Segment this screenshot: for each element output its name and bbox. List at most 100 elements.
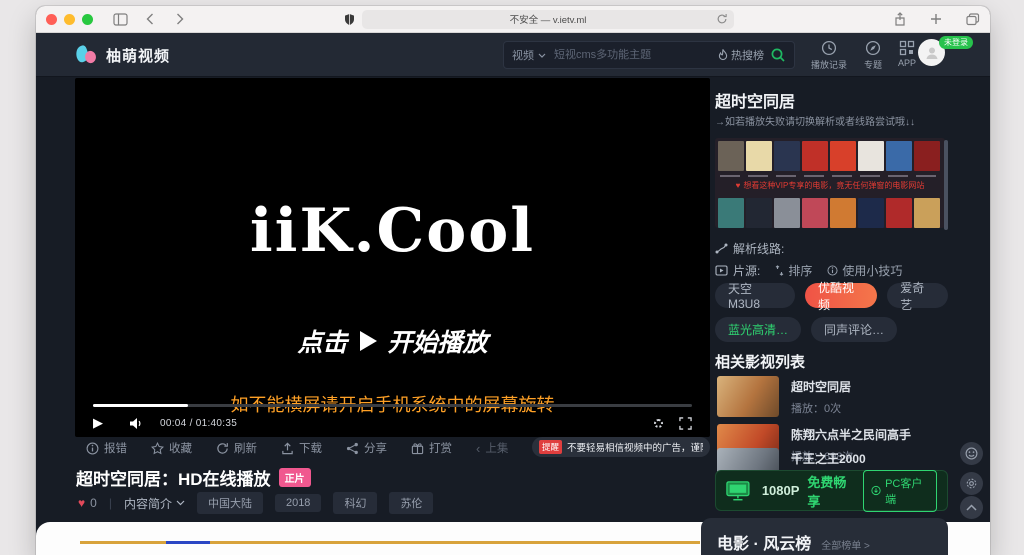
report-error-button[interactable]: 报错 xyxy=(86,440,127,456)
divider: | xyxy=(109,496,112,510)
refresh-button[interactable]: 刷新 xyxy=(216,440,257,456)
tips-label: 使用小技巧 xyxy=(842,262,902,279)
gift-icon xyxy=(411,442,424,455)
search-input[interactable] xyxy=(552,48,712,62)
slogan-label: 免费畅享 xyxy=(807,472,855,510)
related-title-text: 陈翔六点半之民间高手 xyxy=(791,426,911,443)
sidebar-tip: →如若播放失败请切换解析或者线路尝试哦↓↓ xyxy=(715,113,915,128)
hot-search-button[interactable]: 热搜榜 xyxy=(718,47,764,63)
gold-divider-line xyxy=(80,541,700,544)
chevron-up-icon xyxy=(966,504,977,511)
sort-label: 排序 xyxy=(788,262,812,279)
poster-tile xyxy=(914,141,940,171)
notice-text: 不要轻易相信视频中的广告，谨防上当受骗! xyxy=(567,440,703,454)
back-icon[interactable] xyxy=(146,13,154,25)
forward-icon[interactable] xyxy=(176,13,184,25)
site-logo[interactable]: 柚萌视频 xyxy=(75,43,170,67)
favorite-label: 收藏 xyxy=(169,440,192,456)
live-comments-pill[interactable]: 同声评论… xyxy=(811,317,897,342)
source-youku-active[interactable]: 优酷视频 xyxy=(805,283,877,308)
poster-tile xyxy=(858,141,884,171)
tag-region[interactable]: 中国大陆 xyxy=(197,492,263,514)
hot-search-label: 热搜榜 xyxy=(731,47,764,63)
reward-button[interactable]: 打赏 xyxy=(411,440,452,456)
privacy-shield-icon[interactable] xyxy=(344,13,355,26)
bluray-hd-pill[interactable]: 蓝光高清… xyxy=(715,317,801,342)
tag-year[interactable]: 2018 xyxy=(275,494,321,512)
related-thumbnail xyxy=(717,376,779,417)
prev-episode-label: 上集 xyxy=(485,440,508,456)
feedback-float-button[interactable] xyxy=(960,442,983,465)
settings-float-button[interactable] xyxy=(960,472,983,495)
sidebar-scrollbar[interactable] xyxy=(944,140,948,230)
nav-play-history[interactable]: 播放记录 xyxy=(808,40,850,71)
reload-icon[interactable] xyxy=(716,13,728,25)
source-iqiyi[interactable]: 爱奇艺 xyxy=(887,283,948,308)
rank-more-link[interactable]: 全部榜单 > xyxy=(821,537,870,552)
quality-label: 1080P xyxy=(762,483,800,498)
anti-scam-notice: 提醒 不要轻易相信视频中的广告，谨防上当受骗! xyxy=(532,437,710,457)
volume-icon[interactable] xyxy=(129,417,144,430)
close-window-button[interactable] xyxy=(46,14,57,25)
poster-tile xyxy=(914,198,940,228)
download-button[interactable]: 下载 xyxy=(281,440,322,456)
reward-label: 打赏 xyxy=(429,440,452,456)
tag-director[interactable]: 苏伦 xyxy=(389,492,433,514)
source-tiankong-m3u8[interactable]: 天空M3U8 xyxy=(715,283,795,308)
tab-overview-icon[interactable] xyxy=(966,13,980,26)
login-status-badge[interactable]: 未登录 xyxy=(939,36,973,49)
settings-gear-icon[interactable] xyxy=(654,419,663,428)
video-player[interactable]: iiK.Cool 点击 开始播放 如不能横屏请开启手机系统中的屏幕旋转 ▶ 00… xyxy=(75,78,710,437)
refresh-icon xyxy=(216,442,229,455)
click-to-play-hint[interactable]: 点击 开始播放 xyxy=(75,323,710,359)
promo-banner-image[interactable]: ♥ 想看这种VIP专享的电影，竟无任何弹窗的电影网站 xyxy=(715,138,945,228)
source-label: 片源: xyxy=(733,262,760,279)
like-button[interactable]: ♥ 0 xyxy=(78,496,97,510)
related-item-3[interactable]: 千王之王2000 xyxy=(715,448,948,472)
pc-client-banner[interactable]: 1080P 免费畅享 PC客户端 xyxy=(715,470,948,511)
pc-client-button[interactable]: PC客户端 xyxy=(863,470,937,512)
zoom-window-button[interactable] xyxy=(82,14,93,25)
synopsis-toggle[interactable]: 内容简介 xyxy=(124,495,185,512)
nav-topics-label: 专题 xyxy=(864,58,882,71)
poster-tile xyxy=(802,198,828,228)
person-icon xyxy=(924,45,940,61)
related-item-1[interactable]: 超时空同居 播放：0次 xyxy=(715,376,948,420)
source-pills: 天空M3U8 优酷视频 爱奇艺 xyxy=(715,283,948,308)
share-icon[interactable] xyxy=(894,12,906,26)
related-title-text: 超时空同居 xyxy=(791,378,851,395)
sort-button[interactable]: 排序 xyxy=(775,262,812,279)
search-bar: 视频 热搜榜 xyxy=(503,41,795,69)
search-category-dropdown[interactable]: 视频 xyxy=(512,47,546,63)
parse-line-row: 解析线路: xyxy=(715,240,784,257)
tag-genre[interactable]: 科幻 xyxy=(333,492,377,514)
video-title-row: 超时空同居：HD在线播放 正片 xyxy=(76,465,311,490)
tips-button[interactable]: 使用小技巧 xyxy=(827,262,902,279)
report-error-label: 报错 xyxy=(104,440,127,456)
sidebar-title: 超时空同居 xyxy=(715,88,795,112)
back-to-top-button[interactable] xyxy=(960,496,983,519)
share-nodes-icon xyxy=(346,442,359,455)
play-icon xyxy=(358,330,378,352)
like-count: 0 xyxy=(90,496,97,510)
search-category-label: 视频 xyxy=(512,47,534,63)
sidebar-toggle-icon[interactable] xyxy=(113,13,128,26)
address-bar[interactable]: 不安全 — v.ietv.ml xyxy=(362,10,734,29)
prev-episode-button[interactable]: ‹ 上集 xyxy=(476,440,508,456)
new-tab-icon[interactable] xyxy=(930,13,942,25)
share-button[interactable]: 分享 xyxy=(346,440,387,456)
poster-tile xyxy=(830,141,856,171)
search-icon[interactable] xyxy=(770,47,786,63)
favorite-button[interactable]: 收藏 xyxy=(151,440,192,456)
chevron-left-icon: ‹ xyxy=(476,442,480,455)
progress-bar[interactable] xyxy=(93,404,692,407)
related-list-title: 相关影视列表 xyxy=(715,351,805,372)
chevron-down-icon xyxy=(176,500,185,506)
movie-rank-title: 电影 · 风云榜 xyxy=(717,530,811,554)
poster-tile xyxy=(886,198,912,228)
poster-tile xyxy=(774,141,800,171)
video-title: 超时空同居：HD在线播放 xyxy=(76,465,271,490)
play-button[interactable]: ▶ xyxy=(93,416,103,431)
fullscreen-icon[interactable] xyxy=(679,417,692,430)
minimize-window-button[interactable] xyxy=(64,14,75,25)
